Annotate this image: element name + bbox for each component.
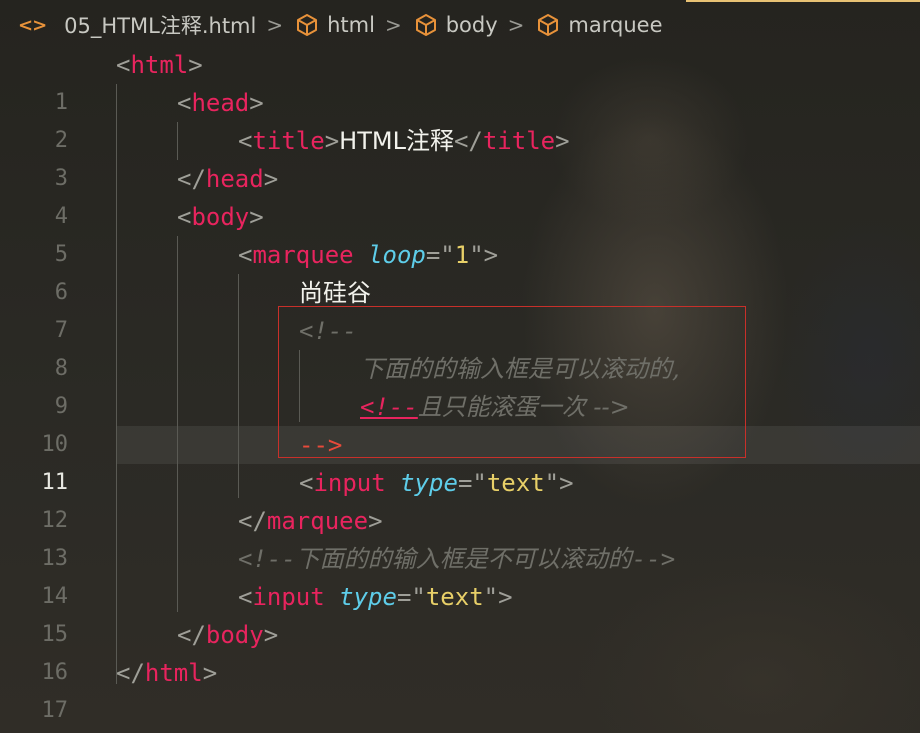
tag-name: html: [130, 51, 189, 79]
tag-name: title: [252, 127, 325, 155]
breadcrumb-item-body[interactable]: body: [414, 13, 498, 37]
code-line: 10 <!--且只能滚蛋一次 -->: [0, 388, 920, 457]
code-line: 12 <input type="text">: [0, 464, 920, 533]
code-line-active: 11 -->: [0, 426, 920, 495]
breadcrumb-item-html[interactable]: html: [295, 13, 375, 37]
tag-name: title: [482, 127, 556, 155]
breadcrumb-item-label: marquee: [568, 13, 663, 37]
cube-icon: [295, 13, 319, 37]
comment-close: -->: [299, 431, 343, 459]
cube-icon: [414, 13, 438, 37]
attribute-name: type: [339, 583, 397, 611]
attribute-name: loop: [368, 241, 426, 269]
breadcrumb-item-label: html: [327, 13, 375, 37]
code-line: 16 </body>: [0, 616, 920, 685]
text-content: HTML注释: [339, 127, 454, 155]
text-content: 尚硅谷: [299, 279, 371, 307]
chevron-right-icon: >: [507, 13, 525, 37]
tag-name: head: [191, 89, 250, 117]
line-number: 17: [41, 698, 69, 723]
tag-name: input: [313, 469, 386, 497]
attribute-value: 1: [454, 241, 470, 269]
comment-open: <!--: [299, 317, 357, 345]
code-editor[interactable]: 1 <html> 2 <head> 3 <title>HTML注释</title…: [0, 46, 920, 733]
attribute-value: text: [486, 469, 545, 497]
code-line: 2 <head>: [0, 84, 920, 153]
code-line: 13 </marquee>: [0, 502, 920, 571]
code-line: 4 </head>: [0, 160, 920, 229]
attribute-name: type: [400, 469, 458, 497]
code-line: 9 下面的的输入框是可以滚动的,: [0, 350, 920, 419]
code-line: 17 </html>: [0, 654, 920, 723]
nested-comment-error: <!--: [360, 393, 418, 421]
tag-name: marquee: [266, 507, 369, 535]
code-line: 6 <marquee loop="1">: [0, 236, 920, 305]
tag-name: head: [205, 165, 264, 193]
tag-name: html: [144, 659, 203, 687]
breadcrumb-file-label: 05_HTML注释.html: [64, 14, 257, 38]
tag-name: body: [205, 621, 264, 649]
breadcrumb-file[interactable]: <> 05_HTML注释.html: [18, 10, 256, 40]
breadcrumb-item-marquee[interactable]: marquee: [536, 13, 663, 37]
comment-open: <!--: [238, 545, 296, 573]
chevron-right-icon: >: [384, 13, 402, 37]
breadcrumb-item-label: body: [445, 13, 498, 37]
code-line: 5 <body>: [0, 198, 920, 267]
chevron-right-icon: >: [266, 13, 284, 37]
code-line: 1 <html>: [0, 46, 920, 115]
code-line: 7 尚硅谷: [0, 274, 920, 343]
cube-icon: [536, 13, 560, 37]
attribute-value: text: [425, 583, 484, 611]
tag-name: body: [191, 203, 250, 231]
comment-close: -->: [631, 545, 676, 573]
comment-text: 且只能滚蛋一次 -->: [417, 393, 630, 421]
code-line: 3 <title>HTML注释</title>: [0, 122, 920, 191]
comment-text: 下面的的输入框是不可以滚动的: [295, 545, 632, 573]
tag-name: input: [252, 583, 325, 611]
code-brackets-icon: <>: [18, 14, 47, 36]
comment-text: 下面的的输入框是可以滚动的,: [360, 355, 680, 383]
code-line: 8 <!--: [0, 312, 920, 381]
tag-name: marquee: [252, 241, 354, 269]
code-line: 15 <input type="text">: [0, 578, 920, 647]
code-line: 14 <!--下面的的输入框是不可以滚动的-->: [0, 540, 920, 609]
breadcrumb: <> 05_HTML注释.html > html > body > marque…: [0, 0, 920, 50]
